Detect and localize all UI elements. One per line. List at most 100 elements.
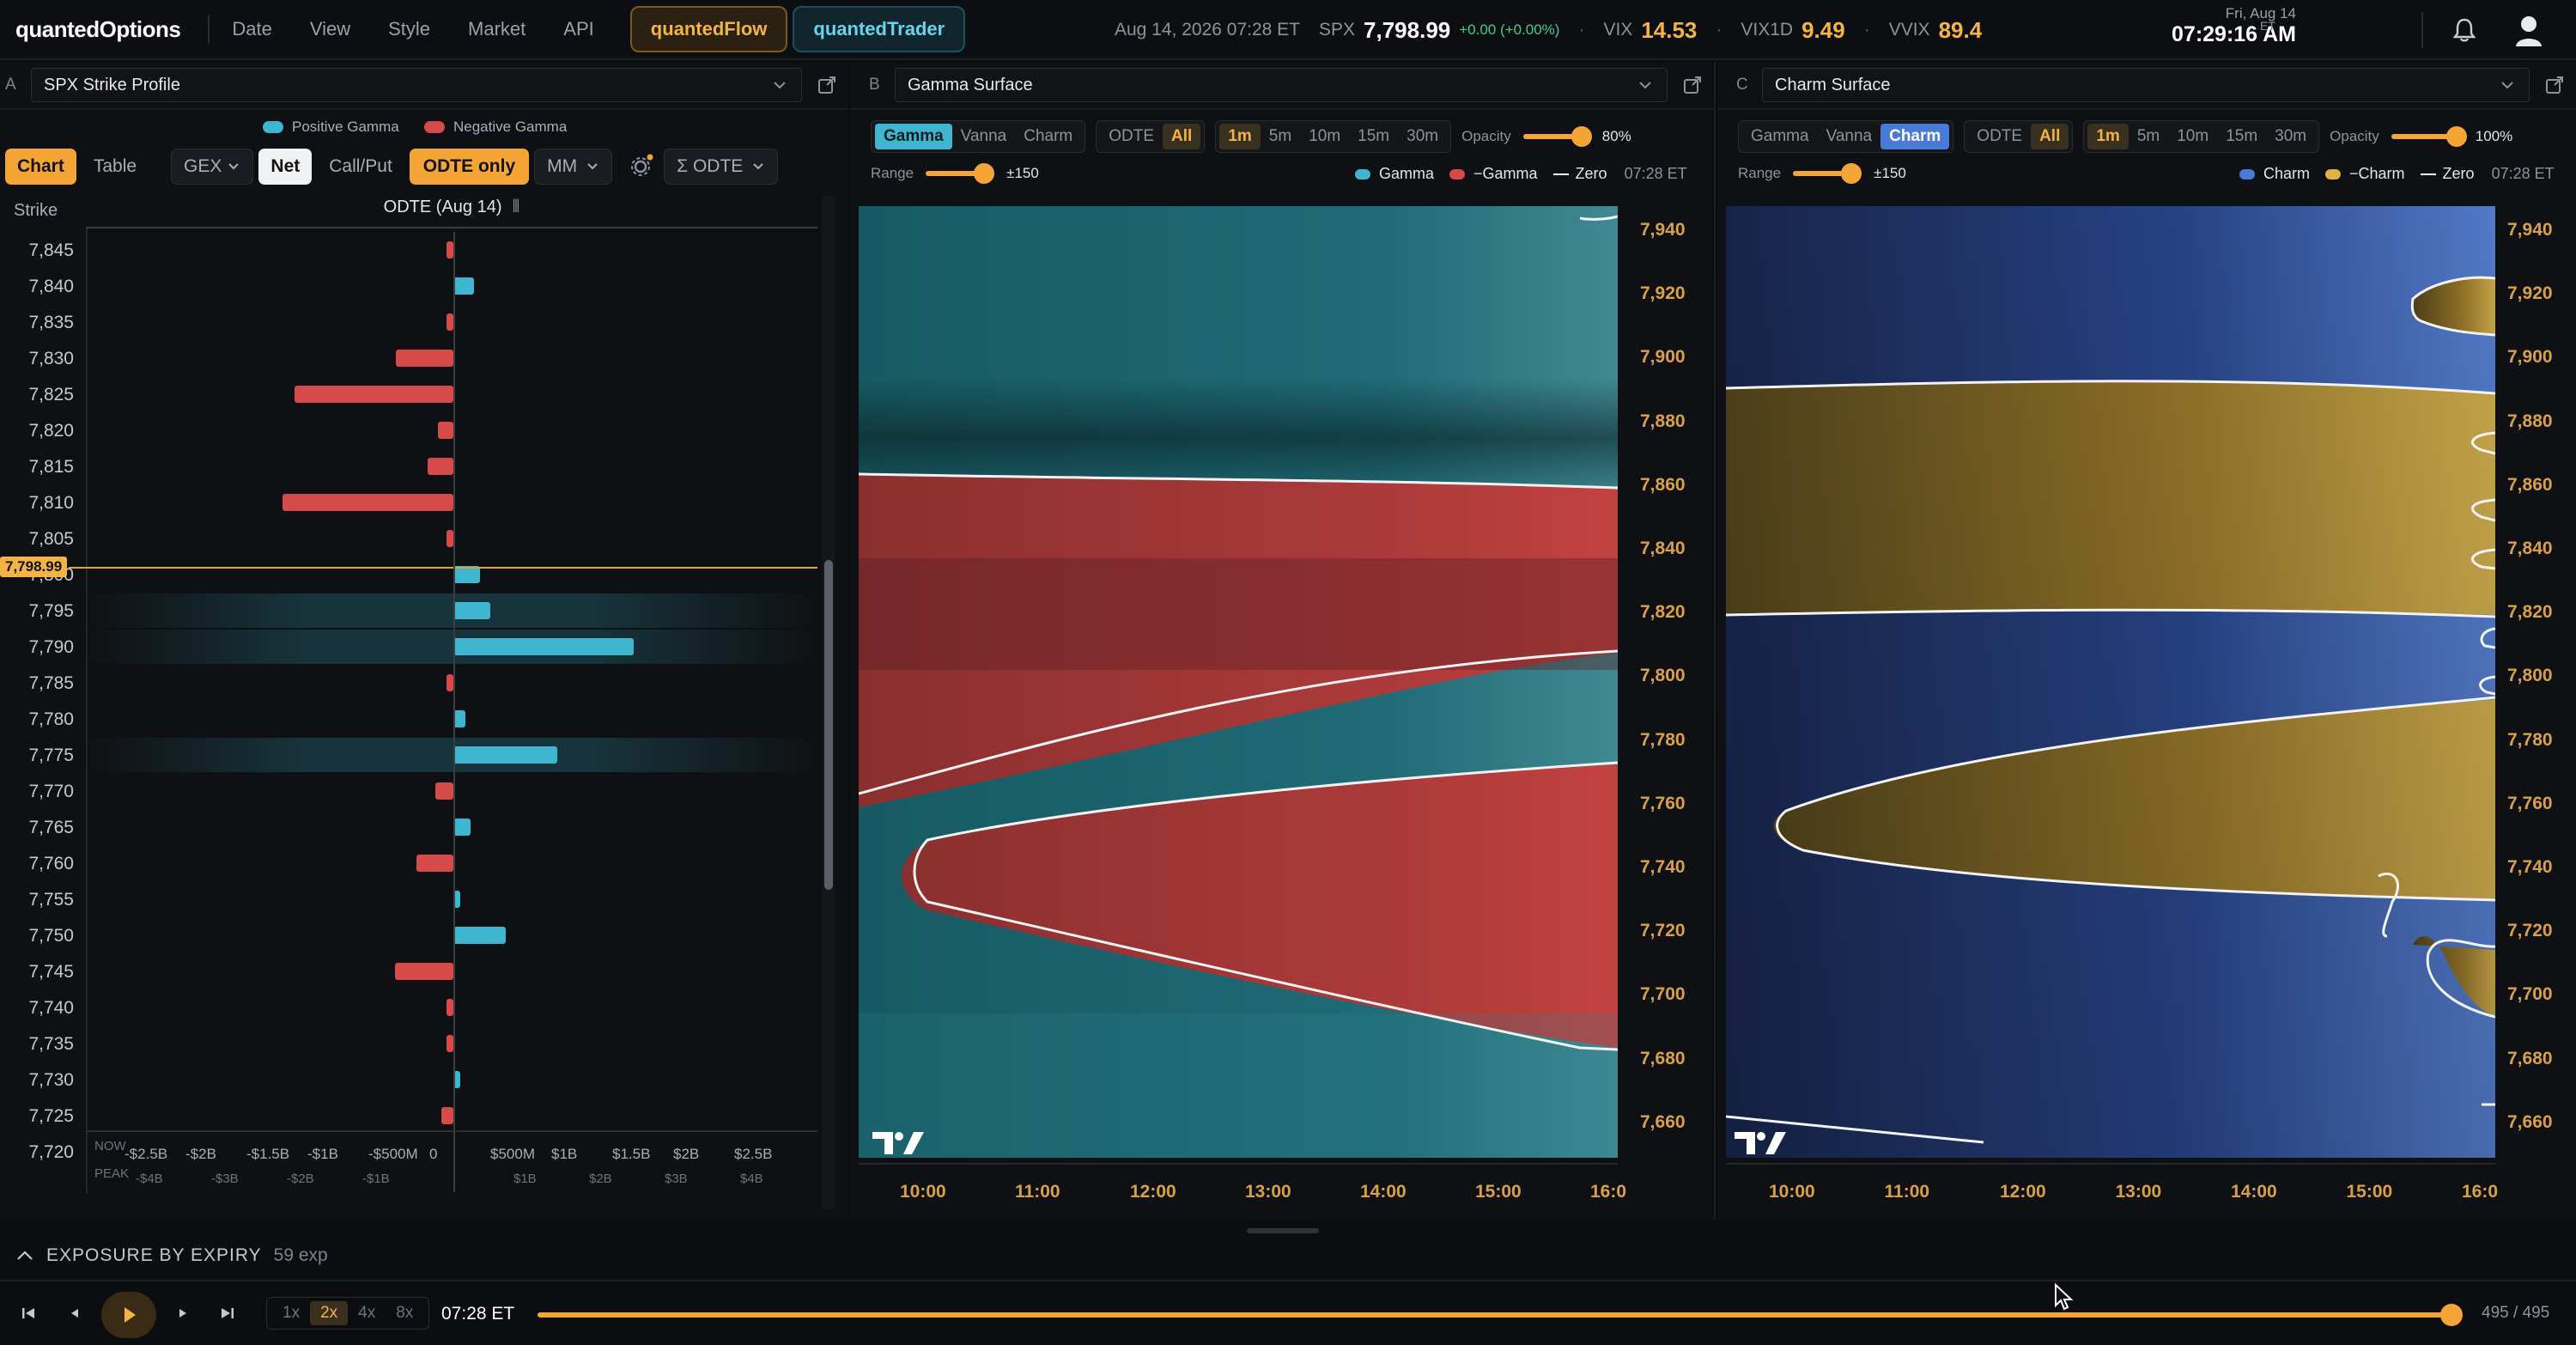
callput-toggle[interactable]: Call/Put [317, 149, 404, 185]
scope-odte[interactable]: ODTE [1968, 124, 2031, 149]
speed-8x[interactable]: 8x [386, 1301, 423, 1325]
user-avatar-icon[interactable] [2514, 14, 2543, 46]
step-back-icon[interactable] [65, 1304, 84, 1323]
negative-gamma-bar[interactable] [394, 963, 453, 980]
greek-charm[interactable]: Charm [1880, 124, 1950, 149]
bell-icon[interactable] [2452, 17, 2476, 43]
resize-handle[interactable] [1247, 1228, 1319, 1233]
slider-knob[interactable] [1571, 126, 1592, 147]
strike-row[interactable]: 7,815 [0, 448, 817, 484]
scope-all[interactable]: All [1163, 124, 1201, 149]
interval-15m[interactable]: 15m [2217, 124, 2266, 149]
negative-gamma-bar[interactable] [283, 494, 453, 511]
strike-row[interactable]: 7,835 [0, 304, 817, 340]
skip-start-icon[interactable] [19, 1304, 38, 1323]
negative-gamma-bar[interactable] [447, 999, 453, 1016]
step-forward-icon[interactable] [173, 1304, 192, 1323]
speed-1x[interactable]: 1x [272, 1301, 310, 1325]
negative-gamma-bar[interactable] [447, 241, 453, 259]
positive-gamma-bar[interactable] [453, 638, 635, 655]
popout-icon[interactable] [1683, 76, 1702, 94]
greek-vanna[interactable]: Vanna [1818, 124, 1881, 149]
strike-row[interactable]: 7,830 [0, 340, 817, 376]
strike-row[interactable]: 7,725 [0, 1098, 817, 1134]
positive-gamma-bar[interactable] [453, 602, 490, 619]
interval-10m[interactable]: 10m [2168, 124, 2217, 149]
strike-row[interactable]: 7,775 [0, 737, 817, 773]
negative-gamma-bar[interactable] [447, 1035, 453, 1052]
negative-gamma-bar[interactable] [396, 350, 453, 367]
tab-table[interactable]: Table [82, 149, 149, 185]
timeline-track[interactable] [538, 1312, 2454, 1318]
interval-15m[interactable]: 15m [1349, 124, 1398, 149]
strike-row[interactable]: 7,810 [0, 484, 817, 520]
range-slider[interactable] [926, 163, 995, 184]
range-slider[interactable] [1793, 163, 1862, 184]
sum-odte-select[interactable]: Σ ODTE [664, 149, 779, 185]
play-button[interactable] [101, 1292, 156, 1338]
exposure-by-expiry-toggle[interactable]: EXPOSURE BY EXPIRY 59 exp [15, 1245, 328, 1266]
positive-gamma-bar[interactable] [453, 819, 471, 836]
nav-api[interactable]: API [563, 18, 593, 40]
strike-row[interactable]: 7,750 [0, 917, 817, 953]
interval-30m[interactable]: 30m [1398, 124, 1447, 149]
strike-row[interactable]: 7,740 [0, 989, 817, 1025]
strike-row[interactable]: 7,800 [0, 557, 817, 593]
timeline-knob[interactable] [2440, 1304, 2463, 1326]
nav-style[interactable]: Style [388, 18, 430, 40]
strike-row[interactable]: 7,820 [0, 412, 817, 448]
negative-gamma-bar[interactable] [295, 386, 453, 403]
greek-charm[interactable]: Charm [1015, 124, 1081, 149]
gamma-heatmap[interactable] [859, 206, 1618, 1158]
strike-row[interactable]: 7,805 [0, 520, 817, 557]
quantedflow-button[interactable]: quantedFlow [629, 6, 788, 52]
strike-row[interactable]: 7,735 [0, 1025, 817, 1062]
strike-row[interactable]: 7,765 [0, 809, 817, 845]
popout-icon[interactable] [817, 76, 836, 94]
negative-gamma-bar[interactable] [428, 458, 453, 475]
positive-gamma-bar[interactable] [453, 927, 507, 944]
popout-icon[interactable] [2545, 76, 2564, 94]
tab-chart[interactable]: Chart [5, 149, 76, 185]
scope-odte[interactable]: ODTE [1100, 124, 1163, 149]
negative-gamma-bar[interactable] [447, 530, 453, 547]
interval-30m[interactable]: 30m [2266, 124, 2315, 149]
speed-4x[interactable]: 4x [348, 1301, 386, 1325]
strike-row[interactable]: 7,790 [0, 629, 817, 665]
charm-heatmap[interactable] [1726, 206, 2495, 1158]
gex-select[interactable]: GEX [171, 149, 254, 185]
positive-gamma-bar[interactable] [453, 710, 466, 727]
negative-gamma-bar[interactable] [447, 674, 453, 691]
strike-row[interactable]: 7,770 [0, 773, 817, 809]
skip-end-icon[interactable] [218, 1304, 237, 1323]
opacity-slider[interactable] [2391, 126, 2467, 147]
negative-gamma-bar[interactable] [447, 313, 453, 331]
strike-row[interactable]: 7,760 [0, 845, 817, 881]
positive-gamma-bar[interactable] [453, 566, 481, 583]
nav-market[interactable]: Market [468, 18, 526, 40]
negative-gamma-bar[interactable] [434, 782, 453, 800]
quantedtrader-button[interactable]: quantedTrader [793, 6, 966, 52]
slider-knob[interactable] [1841, 163, 1862, 184]
gear-icon[interactable] [628, 154, 653, 180]
strike-row[interactable]: 7,825 [0, 376, 817, 412]
slider-knob[interactable] [974, 163, 995, 184]
app-logo[interactable]: quantedOptions [15, 16, 181, 43]
scrollbar-thumb[interactable] [824, 560, 833, 890]
interval-1m[interactable]: 1m [2087, 124, 2129, 149]
interval-5m[interactable]: 5m [2129, 124, 2168, 149]
panel-source-select[interactable]: SPX Strike Profile [31, 68, 802, 102]
panel-source-select[interactable]: Charm Surface [1762, 68, 2530, 102]
slider-knob[interactable] [2445, 126, 2467, 147]
strike-row[interactable]: 7,795 [0, 593, 817, 629]
strike-row[interactable]: 7,785 [0, 665, 817, 701]
strike-row[interactable]: 7,745 [0, 953, 817, 989]
net-toggle[interactable]: Net [258, 149, 313, 185]
strike-row[interactable]: 7,840 [0, 268, 817, 304]
panel-source-select[interactable]: Gamma Surface [895, 68, 1668, 102]
opacity-slider[interactable] [1522, 126, 1592, 147]
strike-row[interactable]: 7,730 [0, 1062, 817, 1098]
greek-vanna[interactable]: Vanna [952, 124, 1016, 149]
interval-1m[interactable]: 1m [1219, 124, 1261, 149]
speed-2x[interactable]: 2x [310, 1301, 349, 1325]
